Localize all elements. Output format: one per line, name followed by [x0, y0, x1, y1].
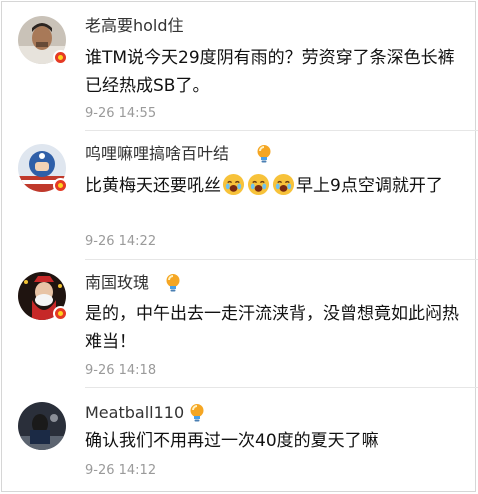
timestamp: 9-26 14:12	[85, 463, 157, 478]
verified-badge-icon	[53, 178, 68, 193]
verified-badge-icon	[53, 50, 68, 65]
lightbulb-icon	[166, 274, 180, 292]
avatar[interactable]	[18, 402, 66, 450]
crying-face-emoji	[222, 173, 245, 196]
crying-face-emoji	[247, 173, 270, 196]
divider	[85, 387, 478, 388]
comment-text-part: 早上9点空调就开了	[296, 176, 443, 196]
verified-badge-icon	[53, 306, 68, 321]
crying-face-emoji	[272, 173, 295, 196]
comment-text: 比黄梅天还要吼丝 早上9点空调就开了	[85, 172, 461, 200]
username[interactable]: Meatball110	[85, 403, 184, 423]
comment-text-part: 比黄梅天还要吼丝	[85, 176, 221, 196]
timestamp: 9-26 14:55	[85, 106, 157, 121]
divider	[85, 130, 478, 131]
comment-text: 谁TM说今天29度阴有雨的？劳资穿了条深色长裤已经热成SB了。	[85, 48, 455, 96]
username[interactable]: 南国玫瑰	[85, 273, 149, 293]
lightbulb-icon	[257, 145, 271, 163]
comment-text: 是的，中午出去一走汗流浃背，没曾想竟如此闷热难当！	[85, 304, 459, 352]
timestamp: 9-26 14:18	[85, 363, 157, 378]
divider	[85, 259, 478, 260]
comment-text: 确认我们不用再过一次40度的夏天了嘛	[85, 431, 379, 451]
comment-list: 老高要hold住 谁TM说今天29度阴有雨的？劳资穿了条深色长裤已经热成SB了。…	[1, 1, 478, 492]
username[interactable]: 老高要hold住	[85, 16, 184, 36]
lightbulb-icon	[190, 404, 204, 422]
username[interactable]: 呜哩嘛哩搞啥百叶结	[85, 144, 229, 164]
timestamp: 9-26 14:22	[85, 234, 157, 249]
